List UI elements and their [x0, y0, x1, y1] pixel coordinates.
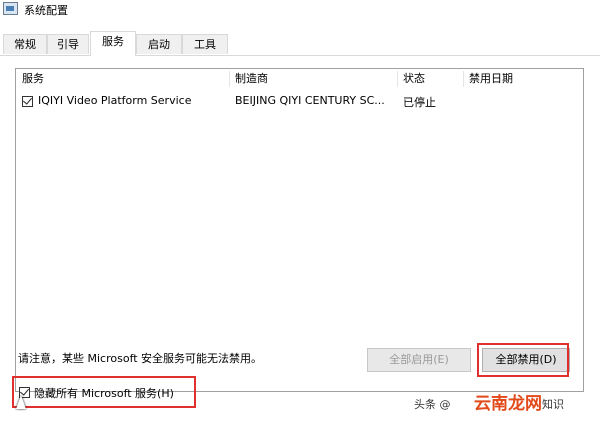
- tab-startup[interactable]: 启动: [136, 34, 182, 54]
- watermark-brand: 云南龙网: [474, 394, 542, 414]
- watermark-suffix: 知识: [542, 398, 564, 411]
- service-checkbox[interactable]: [22, 95, 33, 107]
- tab-tools[interactable]: 工具: [182, 34, 228, 54]
- tab-strip: 常规 引导 服务 启动 工具: [0, 30, 600, 56]
- watermark-prefix: 头条 @: [414, 398, 451, 411]
- watermark: 头条 @ 云南龙网 知识: [414, 389, 584, 414]
- tab-services[interactable]: 服务: [90, 31, 136, 56]
- checkmark-icon: [23, 95, 32, 105]
- column-header-disabled-date[interactable]: 禁用日期: [469, 69, 513, 89]
- tab-boot[interactable]: 引导: [47, 34, 89, 54]
- highlight-box: [477, 343, 569, 377]
- title-bar: 系统配置: [0, 0, 600, 26]
- window-title: 系统配置: [24, 4, 68, 17]
- services-panel: 服务 制造商 状态 禁用日期 IQIYI Video Platform Serv…: [0, 55, 600, 426]
- mouse-cursor-icon: [16, 395, 26, 409]
- service-name: IQIYI Video Platform Service: [38, 94, 192, 107]
- service-manufacturer: BEIJING QIYI CENTURY SC...: [235, 94, 385, 107]
- column-header-manufacturer[interactable]: 制造商: [235, 69, 268, 89]
- system-config-icon: [3, 2, 18, 15]
- column-separator[interactable]: [463, 71, 464, 87]
- service-status: 已停止: [403, 96, 436, 109]
- table-row[interactable]: IQIYI Video Platform Service BEIJING QIY…: [16, 92, 581, 112]
- column-header-service[interactable]: 服务: [22, 69, 44, 89]
- column-separator[interactable]: [397, 71, 398, 87]
- column-header-status[interactable]: 状态: [403, 69, 425, 89]
- warning-note: 请注意，某些 Microsoft 安全服务可能无法禁用。: [18, 352, 263, 365]
- column-separator[interactable]: [229, 71, 230, 87]
- tab-general[interactable]: 常规: [3, 34, 47, 54]
- enable-all-button[interactable]: 全部启用(E): [367, 348, 471, 372]
- highlight-box: [12, 376, 196, 408]
